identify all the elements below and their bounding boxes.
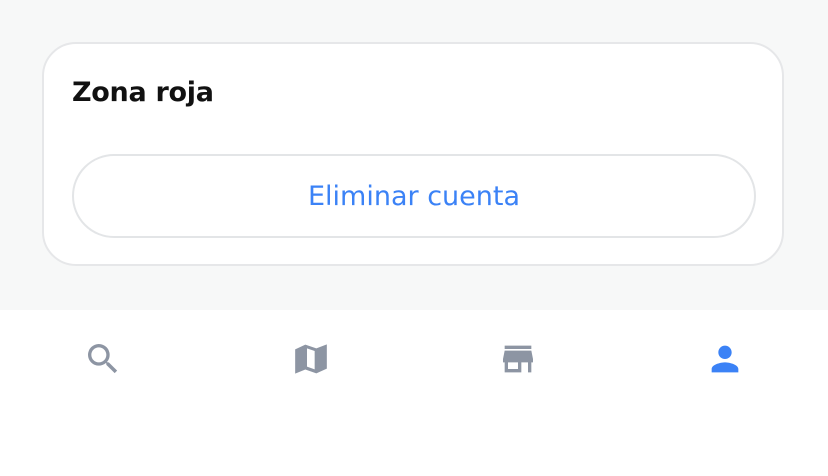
store-icon: [503, 345, 533, 373]
nav-item-search[interactable]: [63, 324, 143, 394]
map-icon: [295, 344, 327, 374]
search-icon: [88, 344, 118, 374]
nav-item-profile[interactable]: [685, 324, 765, 394]
bottom-navigation-bar: [0, 310, 828, 476]
danger-zone-title: Zona roja: [72, 77, 214, 108]
danger-zone-card: Zona roja Eliminar cuenta: [42, 42, 784, 266]
person-icon: [711, 345, 739, 373]
nav-item-map[interactable]: [271, 324, 351, 394]
nav-item-store[interactable]: [478, 324, 558, 394]
delete-account-button[interactable]: Eliminar cuenta: [72, 154, 756, 238]
